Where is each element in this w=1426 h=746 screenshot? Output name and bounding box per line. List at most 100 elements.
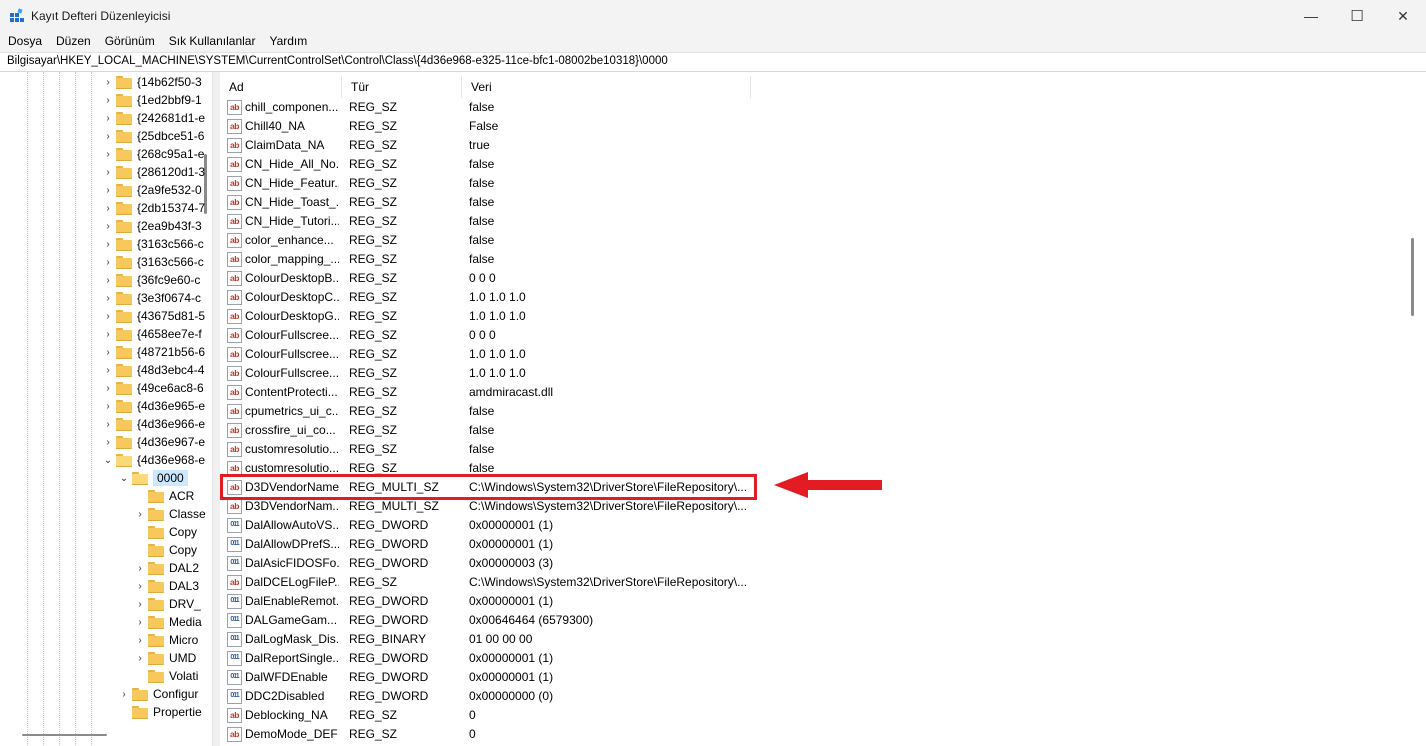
tree-item-class-key[interactable]: › {2ea9b43f-3 (102, 217, 201, 235)
chevron-right-icon[interactable]: › (102, 437, 114, 448)
menu-help[interactable]: Yardım (262, 32, 314, 52)
chevron-right-icon[interactable]: › (102, 311, 114, 322)
value-row[interactable]: 011 DALGameGam... REG_DWORD 0x00646464 (657… (220, 611, 780, 630)
tree-item-sibling[interactable]: › Configur (118, 685, 198, 703)
values-list-pane[interactable]: Ad Tür Veri ab chill_componen... REG_SZ fal… (220, 72, 1426, 746)
value-row[interactable]: 011 DalEnableRemot... REG_DWORD 0x00000001 … (220, 592, 780, 611)
value-row[interactable]: ab ColourFullscree... REG_SZ 1.0 1.0 1.0 (220, 345, 780, 364)
tree-item-class-key[interactable]: › {4d36e967-e (102, 433, 205, 451)
value-row[interactable]: ab ColourDesktopC... REG_SZ 1.0 1.0 1.0 (220, 288, 780, 307)
tree-item-class-key[interactable]: › {286120d1-3 (102, 163, 205, 181)
tree-item-class-key[interactable]: › {43675d81-5 (102, 307, 205, 325)
value-row[interactable]: 011 DDC2Disabled REG_DWORD 0x00000000 (0) (220, 687, 780, 706)
chevron-right-icon[interactable]: › (134, 599, 146, 610)
chevron-right-icon[interactable]: › (102, 113, 114, 124)
value-row[interactable]: 011 DalAllowDPrefS... REG_DWORD 0x00000001 … (220, 535, 780, 554)
chevron-right-icon[interactable]: › (134, 509, 146, 520)
key-tree-pane[interactable]: › {14b62f50-3 › {1ed2bbf9-1 › {242681d1-e › {25… (0, 72, 213, 746)
maximize-button[interactable]: ☐ (1334, 0, 1380, 32)
chevron-right-icon[interactable]: › (102, 221, 114, 232)
tree-item-child[interactable]: › Classe (134, 505, 205, 523)
tree-item-child[interactable]: › DAL3 (134, 577, 199, 595)
tree-scrollbar-horizontal[interactable] (22, 734, 107, 736)
chevron-right-icon[interactable]: › (134, 653, 146, 664)
chevron-right-icon[interactable]: › (102, 239, 114, 250)
value-row[interactable]: ab CN_Hide_Toast_... REG_SZ false (220, 193, 780, 212)
tree-item-child[interactable]: ACR (134, 487, 194, 505)
tree-item-class-key[interactable]: › {4658ee7e-f (102, 325, 201, 343)
chevron-right-icon[interactable]: › (134, 581, 146, 592)
chevron-right-icon[interactable]: › (102, 167, 114, 178)
value-row[interactable]: 011 DalReportSingle... REG_DWORD 0x00000001… (220, 649, 780, 668)
chevron-right-icon[interactable]: › (102, 203, 114, 214)
value-row[interactable]: ab color_enhance... REG_SZ false (220, 231, 780, 250)
tree-item-child[interactable]: › UMD (134, 649, 196, 667)
tree-item-class-key[interactable]: › {48d3ebc4-4 (102, 361, 204, 379)
chevron-right-icon[interactable]: › (118, 689, 130, 700)
tree-item-selected[interactable]: ⌄ 0000 (118, 469, 188, 487)
value-row[interactable]: ab ColourDesktopB... REG_SZ 0 0 0 (220, 269, 780, 288)
chevron-down-icon[interactable]: ⌄ (102, 455, 114, 466)
chevron-down-icon[interactable]: ⌄ (118, 473, 130, 484)
tree-item-class-key[interactable]: › {3163c566-c (102, 235, 203, 253)
tree-item-class-key[interactable]: › {49ce6ac8-6 (102, 379, 203, 397)
chevron-right-icon[interactable]: › (102, 293, 114, 304)
chevron-right-icon[interactable]: › (102, 365, 114, 376)
tree-item-class-key[interactable]: › {4d36e965-e (102, 397, 205, 415)
chevron-right-icon[interactable]: › (102, 77, 114, 88)
value-row[interactable]: ab ClaimData_NA REG_SZ true (220, 136, 780, 155)
value-row[interactable]: ab ContentProtecti... REG_SZ amdmiracast.dl… (220, 383, 780, 402)
value-row[interactable]: 011 DalAsicFIDOSFo... REG_DWORD 0x00000003 … (220, 554, 780, 573)
value-row[interactable]: ab ColourDesktopG... REG_SZ 1.0 1.0 1.0 (220, 307, 780, 326)
value-row[interactable]: 011 DalLogMask_Dis... REG_BINARY 01 00 00 0… (220, 630, 780, 649)
minimize-button[interactable]: — (1288, 0, 1334, 32)
list-scrollbar-vertical[interactable] (1411, 238, 1414, 316)
chevron-right-icon[interactable]: › (102, 383, 114, 394)
column-header-name[interactable]: Ad (220, 76, 342, 98)
chevron-right-icon[interactable]: › (102, 149, 114, 160)
value-row[interactable]: ab Chill40_NA REG_SZ False (220, 117, 780, 136)
value-row[interactable]: ab crossfire_ui_co... REG_SZ false (220, 421, 780, 440)
tree-item-child[interactable]: › Media (134, 613, 201, 631)
column-header-data[interactable]: Veri (462, 76, 751, 98)
value-row[interactable]: ab chill_componen... REG_SZ false (220, 98, 780, 117)
chevron-right-icon[interactable]: › (102, 95, 114, 106)
value-row[interactable]: ab CN_Hide_Tutori... REG_SZ false (220, 212, 780, 231)
tree-item-class-key[interactable]: › {1ed2bbf9-1 (102, 91, 201, 109)
value-row[interactable]: ab CN_Hide_Featur... REG_SZ false (220, 174, 780, 193)
chevron-right-icon[interactable]: › (102, 329, 114, 340)
tree-item-class-key[interactable]: ⌄ {4d36e968-e (102, 451, 205, 469)
tree-item-child[interactable]: Copy (134, 523, 197, 541)
chevron-right-icon[interactable]: › (102, 275, 114, 286)
tree-item-class-key[interactable]: › {268c95a1-e (102, 145, 204, 163)
value-row[interactable]: ab customresolutio... REG_SZ false (220, 440, 780, 459)
tree-item-child[interactable]: › DAL2 (134, 559, 199, 577)
menu-view[interactable]: Görünüm (98, 32, 162, 52)
tree-item-sibling[interactable]: Propertie (118, 703, 202, 721)
tree-item-child[interactable]: Volati (134, 667, 198, 685)
value-row[interactable]: ab ColourFullscree... REG_SZ 0 0 0 (220, 326, 780, 345)
chevron-right-icon[interactable]: › (102, 347, 114, 358)
address-bar[interactable]: Bilgisayar\HKEY_LOCAL_MACHINE\SYSTEM\Cur… (0, 52, 1426, 72)
value-row[interactable]: ab cpumetrics_ui_c... REG_SZ false (220, 402, 780, 421)
tree-item-class-key[interactable]: › {48721b56-6 (102, 343, 205, 361)
menu-file[interactable]: Dosya (0, 32, 49, 52)
value-row[interactable]: 011 DalWFDEnable REG_DWORD 0x00000001 (1) (220, 668, 780, 687)
tree-item-class-key[interactable]: › {36fc9e60-c (102, 271, 200, 289)
chevron-right-icon[interactable]: › (102, 257, 114, 268)
tree-item-class-key[interactable]: › {14b62f50-3 (102, 73, 201, 91)
chevron-right-icon[interactable]: › (102, 419, 114, 430)
tree-item-class-key[interactable]: › {2db15374-7 (102, 199, 205, 217)
value-row[interactable]: ab ColourFullscree... REG_SZ 1.0 1.0 1.0 (220, 364, 780, 383)
address-path[interactable]: Bilgisayar\HKEY_LOCAL_MACHINE\SYSTEM\Cur… (7, 55, 668, 67)
value-row[interactable]: ab CN_Hide_All_No... REG_SZ false (220, 155, 780, 174)
pane-splitter[interactable] (213, 72, 220, 746)
tree-item-class-key[interactable]: › {2a9fe532-0 (102, 181, 201, 199)
chevron-right-icon[interactable]: › (134, 563, 146, 574)
chevron-right-icon[interactable]: › (102, 131, 114, 142)
value-row[interactable]: ab DalDCELogFileP... REG_SZ C:\Windows\Syst… (220, 573, 780, 592)
tree-item-class-key[interactable]: › {3163c566-c (102, 253, 203, 271)
tree-item-class-key[interactable]: › {25dbce51-6 (102, 127, 204, 145)
chevron-right-icon[interactable]: › (102, 401, 114, 412)
menu-edit[interactable]: Düzen (49, 32, 98, 52)
